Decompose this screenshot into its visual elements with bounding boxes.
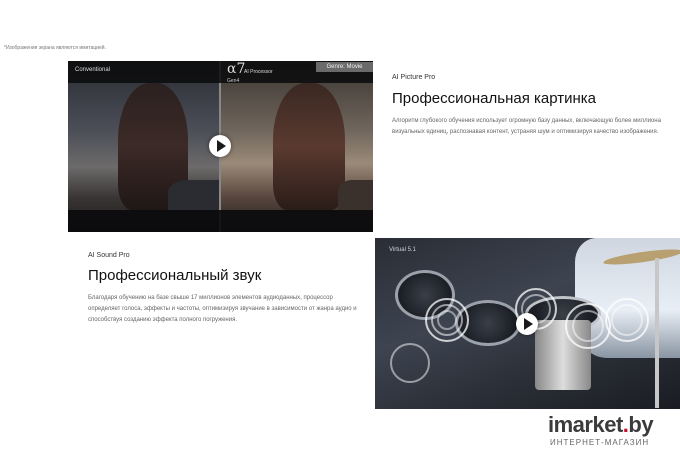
alpha7-gen-label: Gen4 bbox=[227, 78, 240, 84]
genre-tag: Genre: Movie bbox=[316, 62, 373, 72]
ai-processor-frame bbox=[221, 61, 373, 232]
disclaimer-text: *Изображения экрана являются имитацией. bbox=[4, 45, 106, 51]
silhouette-right bbox=[273, 83, 345, 210]
watermark-brand: imarket bbox=[548, 412, 623, 437]
alpha7-logo: α7 bbox=[227, 61, 246, 77]
conventional-label: Conventional bbox=[75, 67, 111, 73]
virtual-surround-label: Virtual 5.1 bbox=[389, 247, 416, 253]
watermark-logo: imarket.by bbox=[548, 412, 654, 438]
play-button-icon[interactable] bbox=[209, 135, 231, 157]
store-watermark: imarket.by ИНТЕРНЕТ-МАГАЗИН bbox=[548, 412, 654, 447]
section1-title: Профессиональная картинка bbox=[392, 90, 596, 107]
sound-wave-ring bbox=[611, 304, 643, 336]
sound-wave-ring bbox=[390, 343, 430, 383]
video-bottom-bar bbox=[68, 210, 373, 232]
section2-description: Благодаря обучению на базе свыше 17 милл… bbox=[88, 295, 357, 323]
section2-title: Профессиональный звук bbox=[88, 267, 262, 284]
ai-processor-label: AI Processor bbox=[244, 69, 273, 75]
sound-demo-video[interactable]: Virtual 5.1 bbox=[375, 238, 680, 409]
picture-comparison-video[interactable]: Conventional α7 Gen4 AI Processor Genre:… bbox=[68, 61, 373, 232]
landscape-left bbox=[168, 180, 219, 210]
watermark-tld: by bbox=[628, 412, 654, 437]
landscape-right bbox=[338, 180, 373, 210]
section2-subtitle: AI Sound Pro bbox=[88, 252, 130, 259]
watermark-tagline: ИНТЕРНЕТ-МАГАЗИН bbox=[550, 438, 650, 447]
conventional-frame bbox=[68, 61, 219, 232]
sound-wave-ring bbox=[572, 310, 604, 342]
play-button-icon[interactable] bbox=[516, 313, 538, 335]
sound-wave-ring bbox=[437, 310, 457, 330]
section1-description: Алгоритм глубокого обучения использует о… bbox=[392, 118, 661, 135]
section1-subtitle: AI Picture Pro bbox=[392, 74, 436, 81]
cymbal-stand bbox=[655, 258, 659, 408]
